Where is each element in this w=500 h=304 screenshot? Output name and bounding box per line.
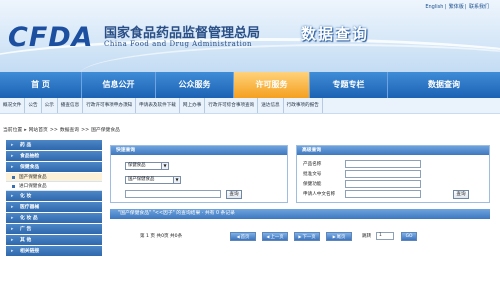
go-button[interactable]: GO [401, 232, 417, 241]
subnav-item[interactable]: 概况文件 [0, 98, 26, 113]
field-label-approval-number: 批准文号 [303, 172, 322, 177]
field-label-health-function: 保健功能 [303, 182, 322, 187]
sidebar-sub-domestic-health-food[interactable]: 国产保健食品 [6, 173, 102, 182]
field-label-applicant-name: 申请人中文名称 [303, 192, 336, 197]
top-link-traditional[interactable]: 繁体版 [449, 4, 464, 10]
prev-page-icon: ◀ [266, 234, 270, 239]
last-page-button[interactable]: ▶尾页 [326, 232, 352, 241]
category-select-value: 保健食品 [128, 163, 146, 168]
sidebar: 药 品 食品抽检 保健食品 国产保健食品 进口保健食品 化 妆 医疗器械 化 妆… [6, 140, 102, 257]
nav-home[interactable]: 首 页 [0, 72, 82, 98]
pagination: 第 1 页 共0页 共0条 ◀首页 ◀上一页 ▶下一页 ▶尾页 跳转 1 GO [110, 232, 490, 242]
advanced-query-title: 高级查询 [297, 146, 489, 155]
org-name-cn: 国家食品药品监督管理总局 [104, 26, 261, 41]
chevron-down-icon: ▼ [173, 177, 180, 183]
approval-number-input[interactable] [345, 170, 421, 178]
prev-page-button[interactable]: ◀上一页 [262, 232, 288, 241]
quick-search-input[interactable] [125, 190, 221, 198]
subnav-item[interactable]: 行政事项的报告 [284, 98, 323, 113]
top-link-english[interactable]: English [425, 4, 443, 10]
subnav-item[interactable]: 播查信息 [58, 98, 84, 113]
jump-label: 跳转 [362, 234, 372, 239]
sub-nav: 概况文件 公告 公示 播查信息 行政许可事项申办须知 申请表及软件下载 网上办事 行政许可综合… [0, 98, 500, 114]
sidebar-item-other[interactable]: 其 他 [6, 235, 102, 246]
cfda-logo[interactable]: CFDA [8, 22, 94, 53]
subnav-item[interactable]: 行政许可综合事项查询 [205, 98, 259, 113]
sidebar-item-medical-devices[interactable]: 医疗器械 [6, 202, 102, 213]
sidebar-item-cosmetics[interactable]: 化 妆 品 [6, 213, 102, 224]
next-page-button[interactable]: ▶下一页 [294, 232, 320, 241]
health-function-input[interactable] [345, 180, 421, 188]
nav-license-service[interactable]: 许可服务 [234, 72, 310, 98]
next-page-icon: ▶ [298, 234, 302, 239]
subnav-item[interactable]: 公告 [25, 98, 42, 113]
nav-data-query[interactable]: 数据查询 [388, 72, 500, 98]
subcategory-select[interactable]: 国产保健食品 ▼ [125, 176, 181, 184]
sidebar-item-food-inspection[interactable]: 食品抽检 [6, 151, 102, 162]
breadcrumb-prefix: 当前位置 [3, 128, 23, 133]
category-select[interactable]: 保健食品 ▼ [125, 162, 169, 170]
breadcrumb-current: 国产保健食品 [91, 128, 120, 133]
org-name-en: China Food and Drug Administration [104, 40, 253, 48]
sidebar-item-related-links[interactable]: 相关链接 [6, 246, 102, 257]
applicant-name-input[interactable] [345, 190, 421, 198]
top-link-contact[interactable]: 联系我们 [469, 4, 489, 10]
chevron-down-icon: ▼ [161, 163, 168, 169]
result-header: "国产保健食品" "<<因子" 的查询结果 · 共有 0 条记录 [110, 209, 490, 219]
subcategory-select-value: 国产保健食品 [128, 177, 155, 182]
subnav-item[interactable]: 网上办事 [180, 98, 206, 113]
field-label-product-name: 产品名称 [303, 162, 322, 167]
subnav-item[interactable]: 申请表及软件下载 [136, 98, 180, 113]
quick-query-title: 快速查询 [111, 146, 287, 155]
advanced-search-button[interactable]: 查询 [453, 190, 469, 199]
first-page-icon: ◀ [236, 234, 240, 239]
quick-search-button[interactable]: 查询 [226, 190, 242, 199]
top-links: English| 繁体版| 联系我们 [425, 4, 489, 10]
subnav-item[interactable]: 公示 [42, 98, 58, 113]
breadcrumb-home[interactable]: 网站首页 [29, 128, 48, 133]
subnav-item[interactable]: 送达信息 [258, 98, 284, 113]
sidebar-item-cosmetic[interactable]: 化 妆 [6, 191, 102, 202]
advanced-query-panel: 高级查询 产品名称 批准文号 保健功能 申请人中文名称 查询 [296, 145, 490, 203]
breadcrumb: 当前位置 ▸ 网站首页 >> 数据查询 >> 国产保健食品 [3, 128, 120, 133]
site-header: English| 繁体版| 联系我们 CFDA 国家食品药品监督管理总局 Chi… [0, 0, 500, 72]
page-number-input[interactable]: 1 [376, 232, 394, 240]
first-page-button[interactable]: ◀首页 [230, 232, 256, 241]
site-title: 数据查询 [301, 25, 370, 43]
nav-special-topics[interactable]: 专题专栏 [310, 72, 388, 98]
sidebar-item-advertising[interactable]: 广 告 [6, 224, 102, 235]
sidebar-item-drugs[interactable]: 药 品 [6, 140, 102, 151]
last-page-icon: ▶ [332, 234, 336, 239]
product-name-input[interactable] [345, 160, 421, 168]
nav-public-service[interactable]: 公众服务 [156, 72, 234, 98]
sidebar-sub-imported-health-food[interactable]: 进口保健食品 [6, 182, 102, 191]
nav-info-disclosure[interactable]: 信息公开 [82, 72, 156, 98]
main-nav: 首 页 信息公开 公众服务 许可服务 专题专栏 数据查询 [0, 72, 500, 98]
subnav-item[interactable]: 行政许可事项申办须知 [83, 98, 137, 113]
pagination-summary: 第 1 页 共0页 共0条 [140, 234, 183, 239]
breadcrumb-data-query[interactable]: 数据查询 [60, 128, 79, 133]
quick-query-panel: 快速查询 保健食品 ▼ 国产保健食品 ▼ 查询 [110, 145, 288, 203]
sidebar-item-health-food[interactable]: 保健食品 [6, 162, 102, 173]
